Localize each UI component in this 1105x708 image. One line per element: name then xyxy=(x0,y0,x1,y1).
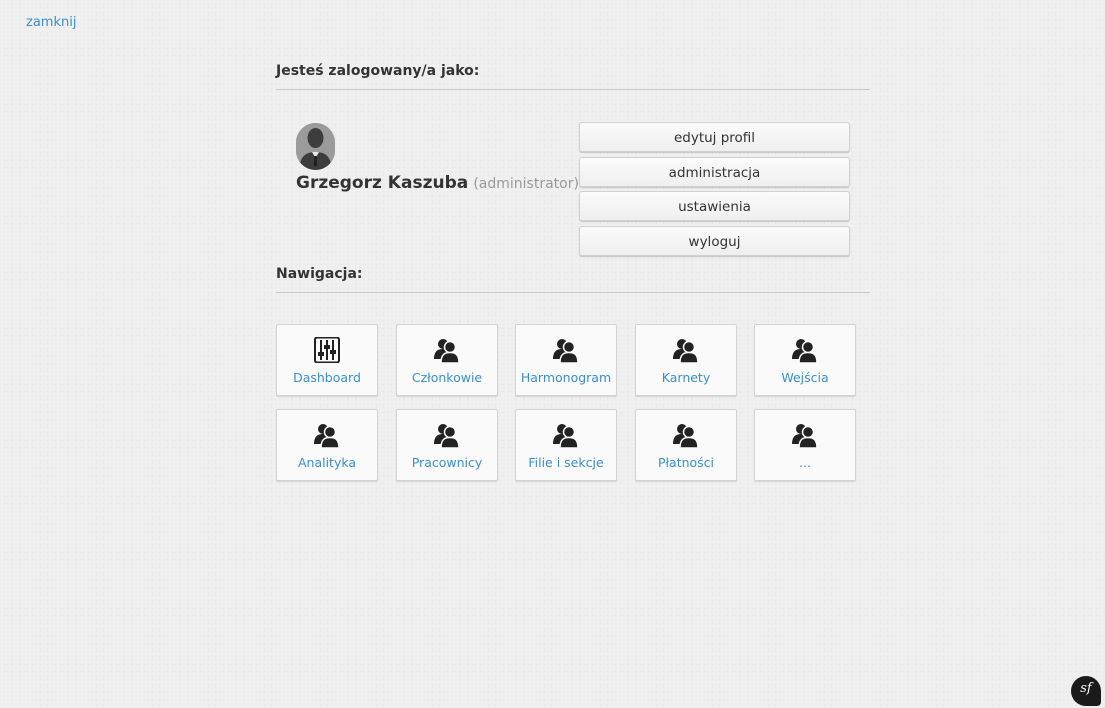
users-icon xyxy=(434,339,460,363)
edit-profile-button[interactable]: edytuj profil xyxy=(579,122,850,152)
users-icon xyxy=(673,339,699,363)
close-link[interactable]: zamknij xyxy=(26,15,76,30)
administration-button[interactable]: administracja xyxy=(579,156,850,187)
users-icon xyxy=(314,424,340,448)
nav-label-schedule: Harmonogram xyxy=(520,370,612,385)
users-icon xyxy=(553,339,579,363)
symfony-logo-text: sf xyxy=(1080,681,1092,696)
avatar-icon xyxy=(296,123,335,170)
nav-tile-dashboard[interactable]: Dashboard xyxy=(276,324,378,396)
nav-tile-more[interactable]: ... xyxy=(754,409,856,481)
nav-label-entries: Wejścia xyxy=(781,370,829,385)
nav-tile-members[interactable]: Członkowie xyxy=(396,324,498,396)
nav-tile-entries[interactable]: Wejścia xyxy=(754,324,856,396)
account-actions: edytuj profil administracja ustawienia w… xyxy=(579,122,850,260)
users-icon xyxy=(792,424,818,448)
navigation-heading: Nawigacja: xyxy=(276,266,870,293)
nav-tile-branches[interactable]: Filie i sekcje xyxy=(515,409,617,481)
user-role: (administrator) xyxy=(473,176,579,192)
logout-button[interactable]: wyloguj xyxy=(579,225,850,256)
nav-label-more: ... xyxy=(799,455,811,470)
sliders-icon xyxy=(314,337,340,363)
nav-tile-schedule[interactable]: Harmonogram xyxy=(515,324,617,396)
users-icon xyxy=(673,424,699,448)
nav-tile-analytics[interactable]: Analityka xyxy=(276,409,378,481)
nav-label-payments: Płatności xyxy=(657,455,715,470)
nav-label-employees: Pracownicy xyxy=(411,455,483,470)
settings-button[interactable]: ustawienia xyxy=(579,191,850,222)
users-icon xyxy=(553,424,579,448)
users-icon xyxy=(434,424,460,448)
user-name: Grzegorz Kaszuba xyxy=(296,173,469,193)
nav-label-members: Członkowie xyxy=(411,370,483,385)
nav-label-analytics: Analityka xyxy=(297,455,357,470)
symfony-logo-icon[interactable]: sf xyxy=(1071,676,1101,706)
users-icon xyxy=(792,339,818,363)
logged-in-heading: Jesteś zalogowany/a jako: xyxy=(276,63,870,90)
nav-tile-payments[interactable]: Płatności xyxy=(635,409,737,481)
nav-tile-passes[interactable]: Karnety xyxy=(635,324,737,396)
user-line: Grzegorz Kaszuba (administrator) xyxy=(296,173,579,193)
nav-label-branches: Filie i sekcje xyxy=(528,455,604,470)
nav-label-passes: Karnety xyxy=(661,370,711,385)
nav-label-dashboard: Dashboard xyxy=(293,370,361,385)
nav-tile-employees[interactable]: Pracownicy xyxy=(396,409,498,481)
